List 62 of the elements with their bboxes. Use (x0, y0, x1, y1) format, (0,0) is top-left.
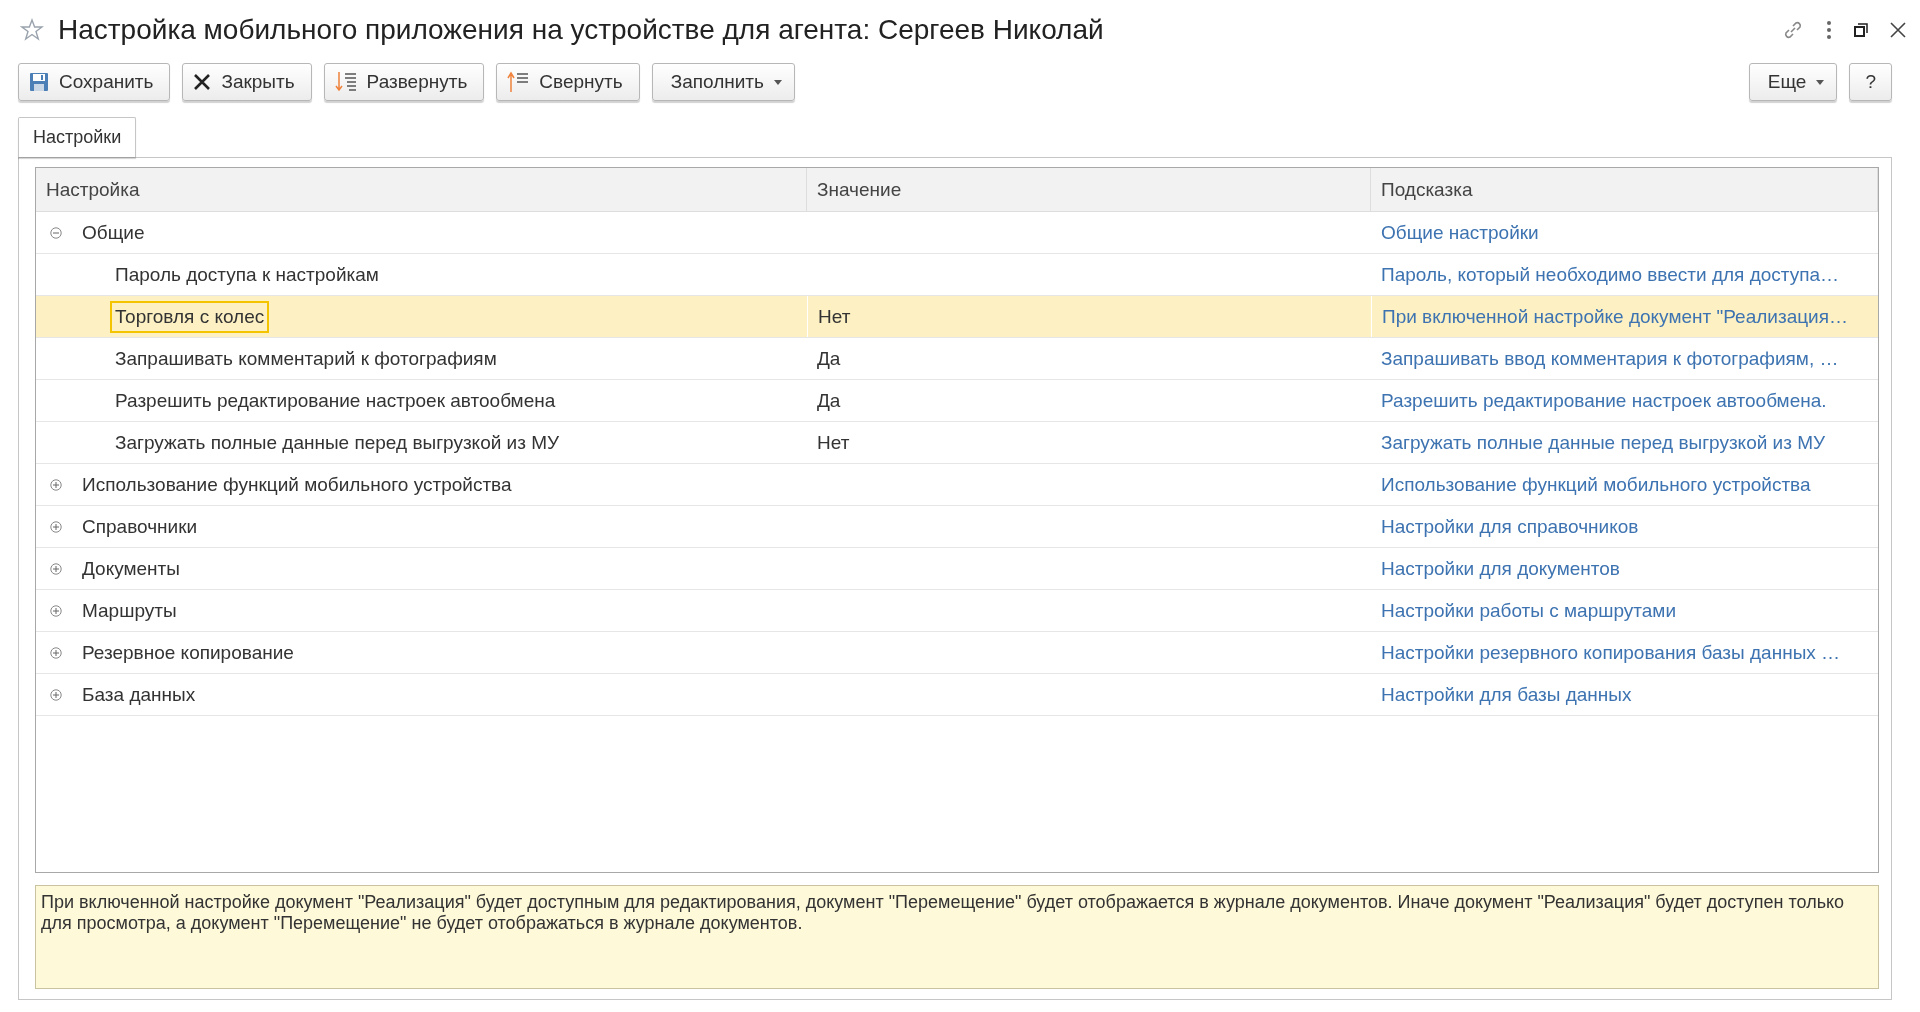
up-arrow-list-icon (507, 71, 530, 93)
close-button[interactable]: Закрыть (182, 63, 312, 101)
table-row[interactable]: Торговля с колес Нет При включенной настройке документ "Реализация… (36, 296, 1878, 338)
hint-link[interactable]: Пароль, который необходимо ввести для доступа… (1381, 263, 1840, 286)
hint-link[interactable]: Настройки для справочников (1381, 515, 1639, 538)
table-row[interactable]: Документы Настройки для документов (36, 548, 1878, 590)
setting-name: Общие (81, 220, 146, 245)
close-icon[interactable] (1890, 22, 1906, 38)
setting-name: Справочники (81, 514, 199, 539)
dropdown-button[interactable]: Еще (1748, 63, 1838, 101)
caret-icon (773, 79, 782, 85)
table-row[interactable]: Запрашивать комментарий к фотографиям Да Запрашивать ввод комментария к фотографиям, … (36, 338, 1878, 380)
expand-button[interactable]: Развернуть (323, 63, 485, 101)
setting-value: Да (817, 389, 841, 412)
setting-name: Торговля с колес (110, 300, 270, 333)
link-icon[interactable] (1782, 19, 1804, 41)
hint-link[interactable]: Разрешить редактирование настроек автообмена. (1381, 389, 1827, 412)
restore-window-icon[interactable] (1854, 23, 1868, 37)
setting-value: Нет (817, 431, 850, 454)
column-header: Значение (807, 168, 1371, 211)
dropdown-button[interactable]: Заполнить (651, 63, 795, 101)
table-row[interactable]: Общие Общие настройки (36, 212, 1878, 254)
setting-name: Резервное копирование (81, 640, 295, 665)
table-row[interactable]: Резервное копирование Настройки резервного копирования базы данных … (36, 632, 1878, 674)
hint-link[interactable]: Настройки для документов (1381, 557, 1620, 580)
hint-link[interactable]: Общие настройки (1381, 221, 1539, 244)
star-icon[interactable] (20, 18, 44, 42)
setting-name: Загружать полные данные перед выгрузкой из МУ (114, 430, 561, 455)
setting-name: Маршруты (81, 598, 178, 623)
setting-name: Документы (81, 556, 181, 581)
table-row[interactable]: Использование функций мобильного устройства Использование функций мобильного устройства (36, 464, 1878, 506)
table-row[interactable]: Загружать полные данные перед выгрузкой из МУ Нет Загружать полные данные перед выгрузкой из МУ (36, 422, 1878, 464)
close-icon (193, 73, 212, 91)
setting-name: Разрешить редактирование настроек автообмена (114, 388, 557, 413)
caret-icon (1816, 79, 1825, 85)
table-row[interactable]: Маршруты Настройки работы с маршрутами (36, 590, 1878, 632)
hint-link[interactable]: Настройки резервного копирования базы данных … (1381, 641, 1841, 664)
setting-name: Запрашивать комментарий к фотографиям (114, 346, 498, 371)
column-header: Настройка (36, 168, 807, 211)
description-text: При включенной настройке документ "Реализация" будет доступным для редактирования, документ "Перемещение" будет отображается в журнале документов. Иначе документ "Реализация" будет доступен только для просмотра, а документ "Перемещение" не будет отображаться в журнале документов. (35, 885, 1879, 989)
table-row[interactable]: Справочники Настройки для справочников (36, 506, 1878, 548)
more-options-icon[interactable] (1826, 20, 1832, 40)
column-header: Подсказка (1371, 168, 1878, 211)
collapse-button[interactable]: Свернуть (496, 63, 640, 101)
setting-value: Да (817, 347, 841, 370)
hint-link[interactable]: Настройки работы с маршрутами (1381, 599, 1677, 622)
window-title: Настройка мобильного приложения на устройстве для агента: Сергеев Николай (58, 14, 1105, 46)
save-button[interactable]: Сохранить (18, 63, 171, 101)
setting-name: Пароль доступа к настройкам (114, 262, 380, 287)
table-row[interactable]: База данных Настройки для базы данных (36, 674, 1878, 716)
hint-link[interactable]: Настройки для базы данных (1381, 683, 1632, 706)
hint-link[interactable]: Запрашивать ввод комментария к фотографиям, … (1381, 347, 1839, 370)
hint-link[interactable]: Загружать полные данные перед выгрузкой из МУ (1381, 431, 1826, 454)
setting-name: Использование функций мобильного устройства (81, 472, 513, 497)
tab[interactable]: Настройки (18, 117, 137, 157)
help-button[interactable]: ? (1849, 63, 1892, 101)
setting-name: База данных (81, 682, 197, 707)
setting-value: Нет (818, 305, 851, 328)
down-arrow-list-icon (334, 71, 357, 93)
table-row[interactable]: Разрешить редактирование настроек автообмена Да Разрешить редактирование настроек автообмена. (36, 380, 1878, 422)
hint-link[interactable]: При включенной настройке документ "Реализация… (1382, 305, 1848, 328)
hint-link[interactable]: Использование функций мобильного устройства (1381, 473, 1811, 496)
